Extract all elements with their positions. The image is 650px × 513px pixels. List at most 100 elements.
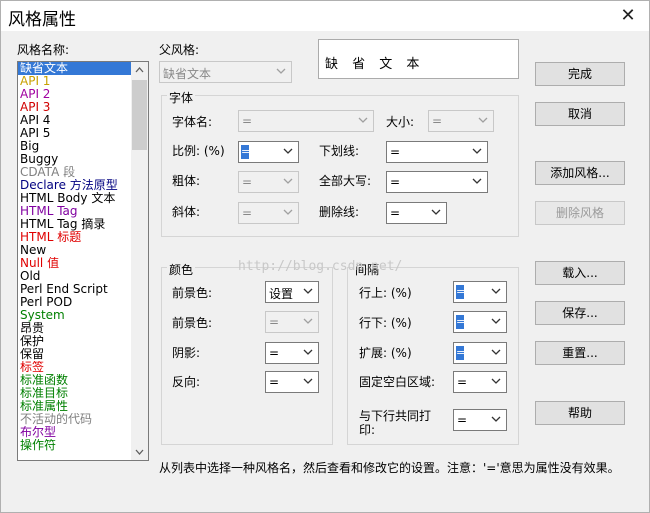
italic-value: = (242, 206, 253, 220)
style-list-item[interactable]: 标准属性 (18, 400, 132, 413)
print-with-next-label: 与下行共同打印: (359, 409, 432, 437)
style-list-item[interactable]: Null 值 (18, 257, 132, 270)
fixed-whitespace-label: 固定空白区域: (359, 375, 436, 389)
style-list-item[interactable]: 不活动的代码 (18, 413, 132, 426)
print-with-next-value: = (457, 413, 468, 427)
load-button[interactable]: 载入... (535, 261, 625, 285)
italic-select[interactable]: = (238, 202, 299, 224)
size-label: 大小: (386, 115, 415, 129)
reverse-select[interactable]: = (265, 371, 319, 393)
strikethrough-select[interactable]: = (386, 202, 447, 224)
font-name-label: 字体名: (172, 115, 213, 129)
italic-label: 斜体: (172, 205, 201, 219)
expand-label: 扩展: (%) (359, 346, 412, 360)
scroll-up-icon[interactable] (131, 62, 148, 79)
chevron-down-icon (280, 173, 297, 191)
chevron-down-icon (300, 373, 317, 391)
chevron-down-icon (300, 344, 317, 362)
style-list-item[interactable]: API 1 (18, 75, 132, 88)
expand-select[interactable]: = (453, 342, 507, 364)
line-below-label: 行下: (%) (359, 316, 412, 330)
style-list-item[interactable]: HTML Tag (18, 205, 132, 218)
style-list-item[interactable]: 保留 (18, 348, 132, 361)
chevron-down-icon (355, 112, 372, 130)
style-names-label: 风格名称: (17, 43, 70, 57)
style-list-item[interactable]: 保护 (18, 335, 132, 348)
style-list-item[interactable]: 标签 (18, 361, 132, 374)
line-below-value: = (456, 315, 466, 329)
parent-style-select[interactable]: 缺省文本 (159, 61, 292, 83)
style-list-item[interactable]: API 4 (18, 114, 132, 127)
style-list-item[interactable]: Old (18, 270, 132, 283)
style-list-item[interactable]: HTML Tag 摘录 (18, 218, 132, 231)
foreground-label: 前景色: (172, 286, 213, 300)
help-button[interactable]: 帮助 (535, 401, 625, 425)
style-list-item[interactable]: CDATA 段 (18, 166, 132, 179)
parent-style-label: 父风格: (159, 43, 200, 57)
style-list-item[interactable]: Buggy (18, 153, 132, 166)
shadow-value: = (269, 346, 280, 360)
style-list-item[interactable]: New (18, 244, 132, 257)
size-select[interactable]: = (428, 110, 494, 132)
font-name-select[interactable]: = (238, 110, 374, 132)
style-list-item[interactable]: Perl POD (18, 296, 132, 309)
size-value: = (432, 114, 443, 128)
chevron-down-icon (488, 283, 505, 301)
done-button[interactable]: 完成 (535, 62, 625, 86)
save-button[interactable]: 保存... (535, 301, 625, 325)
preview-text: 缺 省 文 本 (325, 57, 425, 72)
style-list-item[interactable]: API 3 (18, 101, 132, 114)
line-above-label: 行上: (%) (359, 286, 412, 300)
style-list-item[interactable]: HTML Body 文本 (18, 192, 132, 205)
color-group-title: 颜色 (167, 261, 196, 278)
font-name-value: = (242, 114, 253, 128)
style-names-list[interactable]: 缺省文本 API 1 API 2 API 3 API 4 API 5 Big Buggy CDA… (17, 61, 149, 461)
foreground-2-select[interactable]: = (265, 311, 319, 333)
delete-style-button[interactable]: 删除风格 (535, 201, 625, 225)
style-list-item[interactable]: API 2 (18, 88, 132, 101)
cancel-button[interactable]: 取消 (535, 102, 625, 126)
shadow-select[interactable]: = (265, 342, 319, 364)
status-text: 从列表中选择一种风格名，然后查看和修改它的设置。注意：'='意思为属性没有效果。 (159, 461, 620, 475)
add-style-button[interactable]: 添加风格... (535, 161, 625, 185)
chevron-down-icon (488, 344, 505, 362)
style-list-item[interactable]: 昂贵 (18, 322, 132, 335)
reverse-value: = (269, 375, 280, 389)
reset-button[interactable]: 重置... (535, 341, 625, 365)
chevron-down-icon (280, 204, 297, 222)
strikethrough-label: 删除线: (319, 205, 360, 219)
line-below-select[interactable]: = (453, 311, 507, 333)
print-with-next-select[interactable]: = (453, 409, 507, 431)
style-list-item[interactable]: 布尔型 (18, 426, 132, 439)
scale-select[interactable]: = (238, 141, 299, 163)
chevron-down-icon (300, 313, 317, 331)
style-list-item[interactable]: Declare 方法原型 (18, 179, 132, 192)
expand-value: = (456, 346, 466, 360)
chevron-down-icon (475, 112, 492, 130)
bold-select[interactable]: = (238, 171, 299, 193)
style-list-item[interactable]: API 5 (18, 127, 132, 140)
scroll-thumb[interactable] (132, 80, 147, 150)
scroll-down-icon[interactable] (131, 443, 148, 460)
fixed-whitespace-value: = (457, 375, 468, 389)
style-list-item[interactable]: 缺省文本 (18, 62, 132, 75)
style-list-item[interactable]: Big (18, 140, 132, 153)
style-list-item[interactable]: HTML 标题 (18, 231, 132, 244)
fixed-whitespace-select[interactable]: = (453, 371, 507, 393)
style-list-item[interactable]: 标准函数 (18, 374, 132, 387)
foreground-select[interactable]: 设置 (265, 281, 319, 303)
style-list-item[interactable]: 操作符 (18, 439, 132, 452)
style-list-item[interactable]: 标准目标 (18, 387, 132, 400)
reverse-label: 反向: (172, 375, 201, 389)
close-icon[interactable]: ✕ (613, 3, 643, 29)
underline-select[interactable]: = (386, 141, 488, 163)
foreground-value: 设置 (269, 287, 294, 301)
style-list-item[interactable]: System (18, 309, 132, 322)
list-scrollbar[interactable] (131, 62, 148, 460)
line-above-select[interactable]: = (453, 281, 507, 303)
shadow-label: 阴影: (172, 346, 201, 360)
chevron-down-icon (273, 63, 290, 81)
all-caps-select[interactable]: = (386, 171, 488, 193)
style-preview: 缺 省 文 本 (318, 39, 519, 79)
style-list-item[interactable]: Perl End Script (18, 283, 132, 296)
